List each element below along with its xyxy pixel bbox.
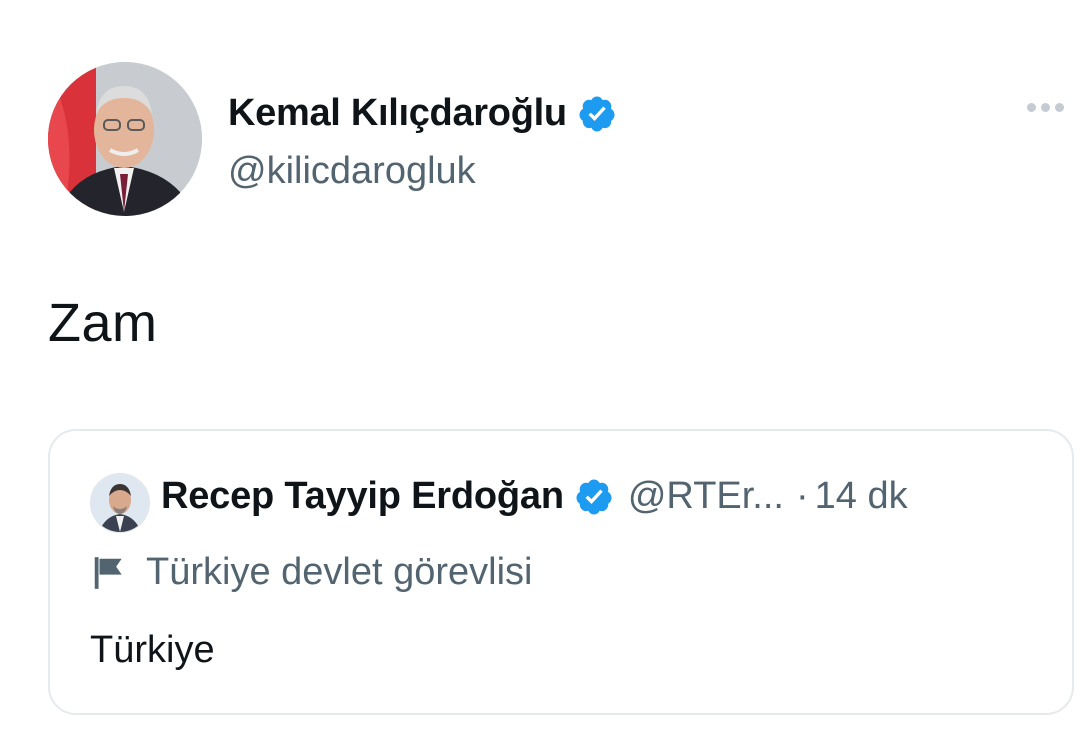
author-handle[interactable]: @kilicdarogluk: [228, 150, 476, 193]
quoted-tweet-card[interactable]: Recep Tayyip Erdoğan @RTEr... · 14 dk Tü…: [48, 429, 1074, 715]
profile-photo-icon: [48, 62, 202, 216]
quoted-tweet-text: Türkiye: [90, 629, 215, 671]
government-label[interactable]: Türkiye devlet görevlisi: [90, 551, 532, 594]
tweet-text: Zam: [48, 293, 158, 353]
verified-badge-icon: [579, 96, 615, 131]
flag-icon: [94, 556, 122, 589]
more-dot: [1027, 103, 1036, 112]
quoted-author-avatar[interactable]: [90, 473, 150, 533]
tweet-author-avatar[interactable]: [48, 62, 202, 216]
tweet-author-row: Kemal Kılıçdaroğlu: [228, 92, 617, 135]
quoted-timestamp[interactable]: 14 dk: [815, 475, 908, 518]
quoted-author-row: Recep Tayyip Erdoğan @RTEr... · 14 dk: [161, 475, 908, 518]
more-horizontal-icon[interactable]: [1027, 103, 1064, 112]
separator-dot: ·: [795, 475, 809, 517]
government-label-text: Türkiye devlet görevlisi: [146, 551, 533, 593]
profile-photo-icon: [91, 474, 149, 532]
author-name[interactable]: Kemal Kılıçdaroğlu: [228, 92, 567, 135]
verified-badge-icon: [576, 479, 612, 514]
quoted-author-handle[interactable]: @RTEr...: [628, 475, 784, 518]
quoted-author-name[interactable]: Recep Tayyip Erdoğan: [161, 475, 564, 518]
more-dot: [1041, 103, 1050, 112]
more-dot: [1055, 103, 1064, 112]
